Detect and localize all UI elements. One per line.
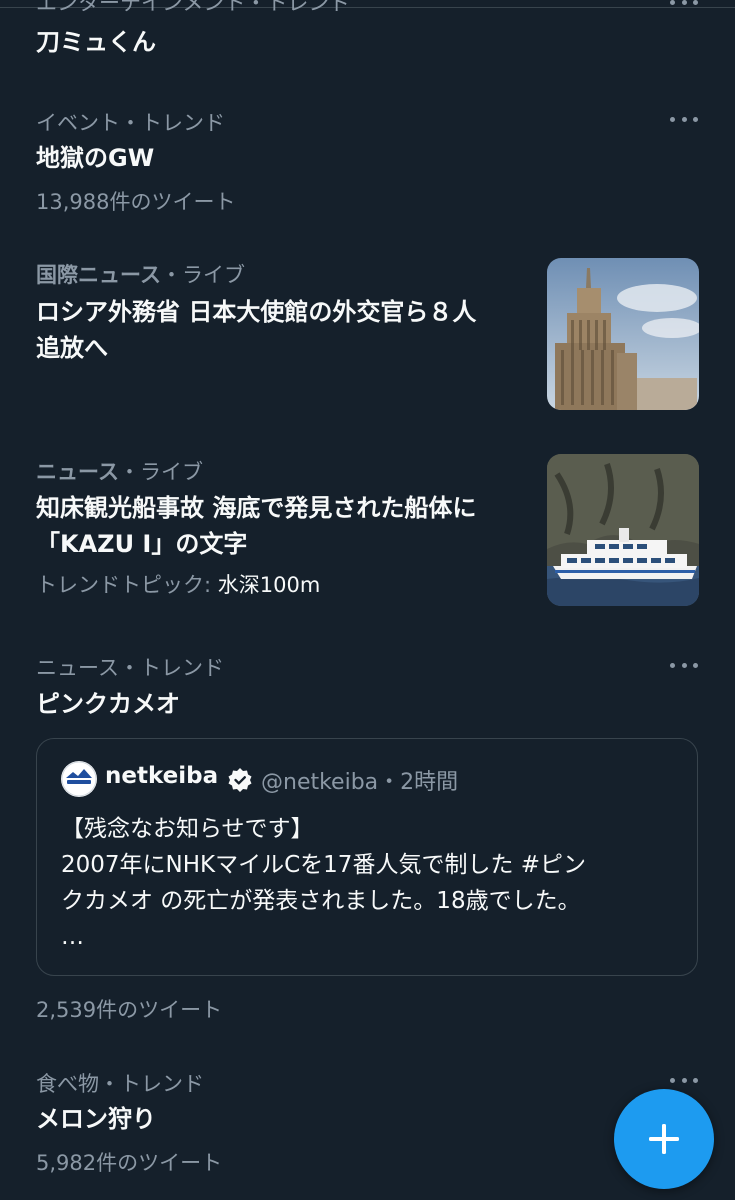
title-line: 知床観光船事故 海底で発見された船体に [36, 494, 477, 522]
trend-topic-label: トレンドトピック: [36, 573, 212, 597]
trend-title[interactable]: 刀ミュくん [36, 24, 156, 60]
trend-title[interactable]: ピンクカメオ [36, 686, 180, 722]
verified-badge-icon [227, 767, 253, 793]
more-icon[interactable] [670, 655, 698, 675]
trend-topic-value: 水深100m [217, 573, 321, 597]
author-handle[interactable]: @netkeiba [261, 770, 378, 795]
tweet-text-line: … [61, 924, 84, 950]
trend-category: イベント・トレンド [36, 111, 225, 135]
tweet-time: ・2時間 [378, 770, 459, 795]
trend-topic: トレンドトピック: 水深100m [36, 569, 320, 599]
more-icon[interactable] [670, 1070, 698, 1090]
compose-tweet-button[interactable] [614, 1089, 714, 1189]
trend-category: ニュース・ライブ [36, 456, 203, 486]
trend-category: 食べ物・トレンド [36, 1072, 204, 1096]
title-line: 「KAZU I」の文字 [36, 530, 248, 558]
trend-category: エンターテインメント・トレンド [36, 0, 351, 15]
more-icon[interactable] [670, 0, 698, 12]
category-name: 国際ニュース [36, 263, 161, 287]
trend-title[interactable]: 地獄のGW [36, 140, 154, 176]
quoted-tweet-card[interactable]: netkeiba @netkeiba・2時間 【残念なお知らせです】 2007年… [36, 738, 698, 976]
category-name: ニュース [36, 460, 119, 484]
title-line: 追放へ [36, 334, 108, 362]
author-handle-time: @netkeiba・2時間 [261, 764, 458, 796]
trend-category: ニュース・トレンド [36, 656, 224, 680]
author-name[interactable]: netkeiba [105, 763, 218, 789]
kremlin-building-photo[interactable] [547, 258, 699, 410]
trend-title[interactable]: 知床観光船事故 海底で発見された船体に 「KAZU I」の文字 [36, 490, 476, 562]
tweet-text-line: 2007年にNHKマイルCを17番人気で制した #ピン [61, 852, 587, 878]
trend-title[interactable]: メロン狩り [36, 1101, 156, 1137]
avatar[interactable] [61, 761, 97, 797]
tweet-count: 2,539件のツイート [36, 998, 223, 1022]
plus-icon [649, 1124, 679, 1154]
ferry-boat-photo[interactable] [547, 454, 699, 606]
tweet-count: 5,982件のツイート [36, 1151, 223, 1175]
category-suffix: ・ライブ [160, 263, 245, 287]
tweet-text-line: クカメオ の死亡が発表されました。18歳でした。 [61, 888, 581, 914]
trend-title[interactable]: ロシア外務省 日本大使館の外交官ら８人 追放へ [36, 294, 476, 366]
tweet-text: 【残念なお知らせです】 2007年にNHKマイルCを17番人気で制した #ピン … [61, 811, 681, 955]
trend-category: 国際ニュース・ライブ [36, 259, 245, 289]
more-icon[interactable] [670, 109, 698, 129]
title-line: ロシア外務省 日本大使館の外交官ら８人 [36, 298, 477, 326]
tweet-count: 13,988件のツイート [36, 190, 236, 214]
category-suffix: ・ライブ [118, 460, 203, 484]
tweet-text-line: 【残念なお知らせです】 [61, 816, 314, 842]
